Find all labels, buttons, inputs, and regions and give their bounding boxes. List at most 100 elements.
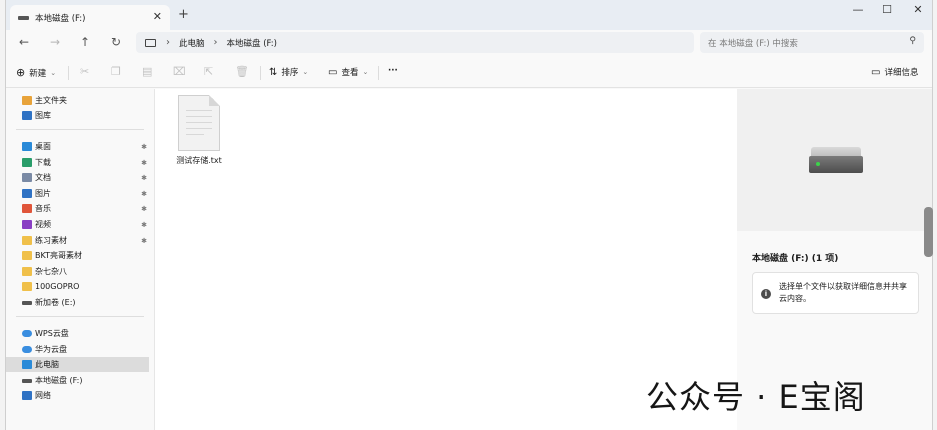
sidebar-item-label: 练习素材 (35, 236, 67, 245)
breadcrumb-local-disk-f[interactable]: 本地磁盘 (F:) (227, 37, 277, 49)
sidebar-item-14[interactable]: 华为云盘 (6, 342, 149, 357)
pin-icon[interactable]: ✱ (141, 221, 147, 229)
refresh-button[interactable]: ↻ (108, 35, 124, 49)
minimize-button[interactable]: — (851, 3, 865, 16)
chevron-down-icon: ⌄ (362, 68, 369, 76)
videos-icon (22, 220, 32, 229)
pin-icon[interactable]: ✱ (141, 237, 147, 245)
sidebar-item-16[interactable]: 本地磁盘 (F:) (6, 373, 149, 388)
share-icon[interactable]: ⇱ (204, 65, 213, 78)
details-pane-button[interactable]: ▭ 详细信息 (871, 66, 919, 79)
title-bar: 本地磁盘 (F:) ✕ + — ☐ ✕ (6, 0, 932, 30)
sidebar-item-label: 主文件夹 (35, 96, 67, 105)
sort-icon: ⇅ (269, 66, 278, 78)
more-options-button[interactable]: ··· (388, 66, 398, 76)
sidebar-item-label: 桌面 (35, 142, 51, 151)
folder-icon (22, 282, 32, 291)
sidebar-item-label: 此电脑 (35, 360, 59, 369)
chevron-down-icon: ⌄ (50, 68, 57, 77)
toolbar-divider (68, 66, 69, 80)
pin-icon[interactable]: ✱ (141, 205, 147, 213)
rename-icon[interactable]: ⌧ (173, 65, 186, 78)
sidebar-item-label: WPS云盘 (35, 329, 69, 338)
sidebar-item-9[interactable]: BKT亮哥素材 (6, 248, 149, 263)
pin-icon[interactable]: ✱ (141, 190, 147, 198)
close-tab-icon[interactable]: ✕ (153, 10, 162, 23)
breadcrumb-this-pc[interactable]: 此电脑 (179, 37, 205, 49)
network-icon (22, 391, 32, 400)
back-button[interactable]: ← (16, 35, 32, 49)
delete-icon[interactable]: 🗑 (235, 65, 249, 78)
sidebar-item-6[interactable]: 音乐 ✱ (6, 201, 149, 216)
view-button[interactable]: ▭ 查看 ⌄ (328, 66, 369, 79)
sidebar-item-3[interactable]: 下载 ✱ (6, 155, 149, 170)
sidebar-item-4[interactable]: 文档 ✱ (6, 170, 149, 185)
tab-title: 本地磁盘 (F:) (35, 13, 86, 24)
file-name: 测试存储.txt (176, 156, 222, 165)
file-item[interactable]: 测试存储.txt (165, 95, 233, 166)
sidebar-item-1[interactable]: 图库 (6, 108, 149, 123)
paste-icon[interactable]: ▤ (142, 65, 152, 78)
breadcrumb-separator[interactable]: › (214, 37, 218, 48)
sidebar-item-label: 本地磁盘 (F:) (35, 376, 83, 385)
sidebar-item-label: 视频 (35, 220, 51, 229)
sidebar-item-5[interactable]: 图片 ✱ (6, 186, 149, 201)
forward-button[interactable]: → (47, 35, 63, 49)
sidebar-item-15[interactable]: 此电脑 (6, 357, 149, 372)
sidebar-divider (16, 316, 144, 317)
up-button[interactable]: ↑ (77, 35, 93, 49)
cloud-icon (22, 346, 32, 353)
cloud-icon (22, 330, 32, 337)
tab-local-disk-f[interactable]: 本地磁盘 (F:) ✕ (10, 5, 170, 30)
maximize-button[interactable]: ☐ (880, 3, 894, 16)
folder-icon (22, 267, 32, 276)
pin-icon[interactable]: ✱ (141, 174, 147, 182)
folder-icon (22, 251, 32, 260)
plus-circle-icon: ⊕ (16, 66, 26, 79)
sidebar-item-0[interactable]: 主文件夹 (6, 93, 149, 108)
search-icon: ⚲ (909, 36, 916, 46)
sidebar-item-17[interactable]: 网络 (6, 388, 149, 403)
drive-icon (22, 300, 32, 305)
command-toolbar: ⊕ 新建 ⌄ ✂ ❐ ▤ ⌧ ⇱ 🗑 ⇅ 排序 ⌄ ▭ 查看 ⌄ ··· ▭ 详… (6, 58, 932, 88)
sidebar-item-label: 图片 (35, 189, 51, 198)
details-label: 详细信息 (884, 68, 919, 78)
pin-icon[interactable]: ✱ (141, 159, 147, 167)
scroll-handle[interactable] (924, 207, 933, 257)
sidebar-item-2[interactable]: 桌面 ✱ (6, 139, 149, 154)
pin-icon[interactable]: ✱ (141, 143, 147, 151)
sidebar-item-11[interactable]: 100GOPRO (6, 279, 149, 294)
sidebar-item-8[interactable]: 练习素材 ✱ (6, 233, 149, 248)
sidebar-divider (16, 129, 144, 130)
sidebar-item-label: BKT亮哥素材 (35, 251, 82, 260)
new-button[interactable]: ⊕ 新建 ⌄ (16, 66, 56, 79)
copy-icon[interactable]: ❐ (111, 65, 121, 78)
close-window-button[interactable]: ✕ (911, 3, 925, 16)
sidebar-item-label: 新加卷 (E:) (35, 298, 76, 307)
file-explorer-window: 本地磁盘 (F:) ✕ + — ☐ ✕ ← → ↑ ↻ › 此电脑 › 本地磁盘… (5, 0, 933, 430)
this-pc-icon (22, 360, 32, 369)
sidebar-item-12[interactable]: 新加卷 (E:) (6, 295, 149, 310)
sort-button[interactable]: ⇅ 排序 ⌄ (269, 66, 309, 79)
download-icon (22, 158, 32, 167)
sidebar-item-7[interactable]: 视频 ✱ (6, 217, 149, 232)
documents-icon (22, 173, 32, 182)
new-tab-button[interactable]: + (178, 7, 189, 22)
home-icon (22, 96, 32, 105)
info-message: i 选择单个文件以获取详细信息并共享云内容。 (752, 272, 919, 314)
navigation-bar: ← → ↑ ↻ › 此电脑 › 本地磁盘 (F:) 在 本地磁盘 (F:) 中搜… (6, 30, 932, 55)
chevron-down-icon: ⌄ (302, 68, 309, 76)
watermark: 公众号 · E宝阁 (646, 378, 866, 416)
search-box[interactable]: 在 本地磁盘 (F:) 中搜索 ⚲ (700, 32, 924, 53)
sidebar-item-10[interactable]: 杂七杂八 (6, 264, 149, 279)
address-bar[interactable]: › 此电脑 › 本地磁盘 (F:) (136, 32, 694, 53)
sidebar-item-label: 杂七杂八 (35, 267, 67, 276)
pictures-icon (22, 189, 32, 198)
sort-label: 排序 (281, 68, 299, 78)
breadcrumb-separator[interactable]: › (166, 37, 170, 48)
sidebar-item-label: 100GOPRO (35, 282, 80, 291)
toolbar-divider (260, 66, 261, 80)
folder-icon (22, 236, 32, 245)
cut-icon[interactable]: ✂ (80, 65, 89, 78)
sidebar-item-13[interactable]: WPS云盘 (6, 326, 149, 341)
